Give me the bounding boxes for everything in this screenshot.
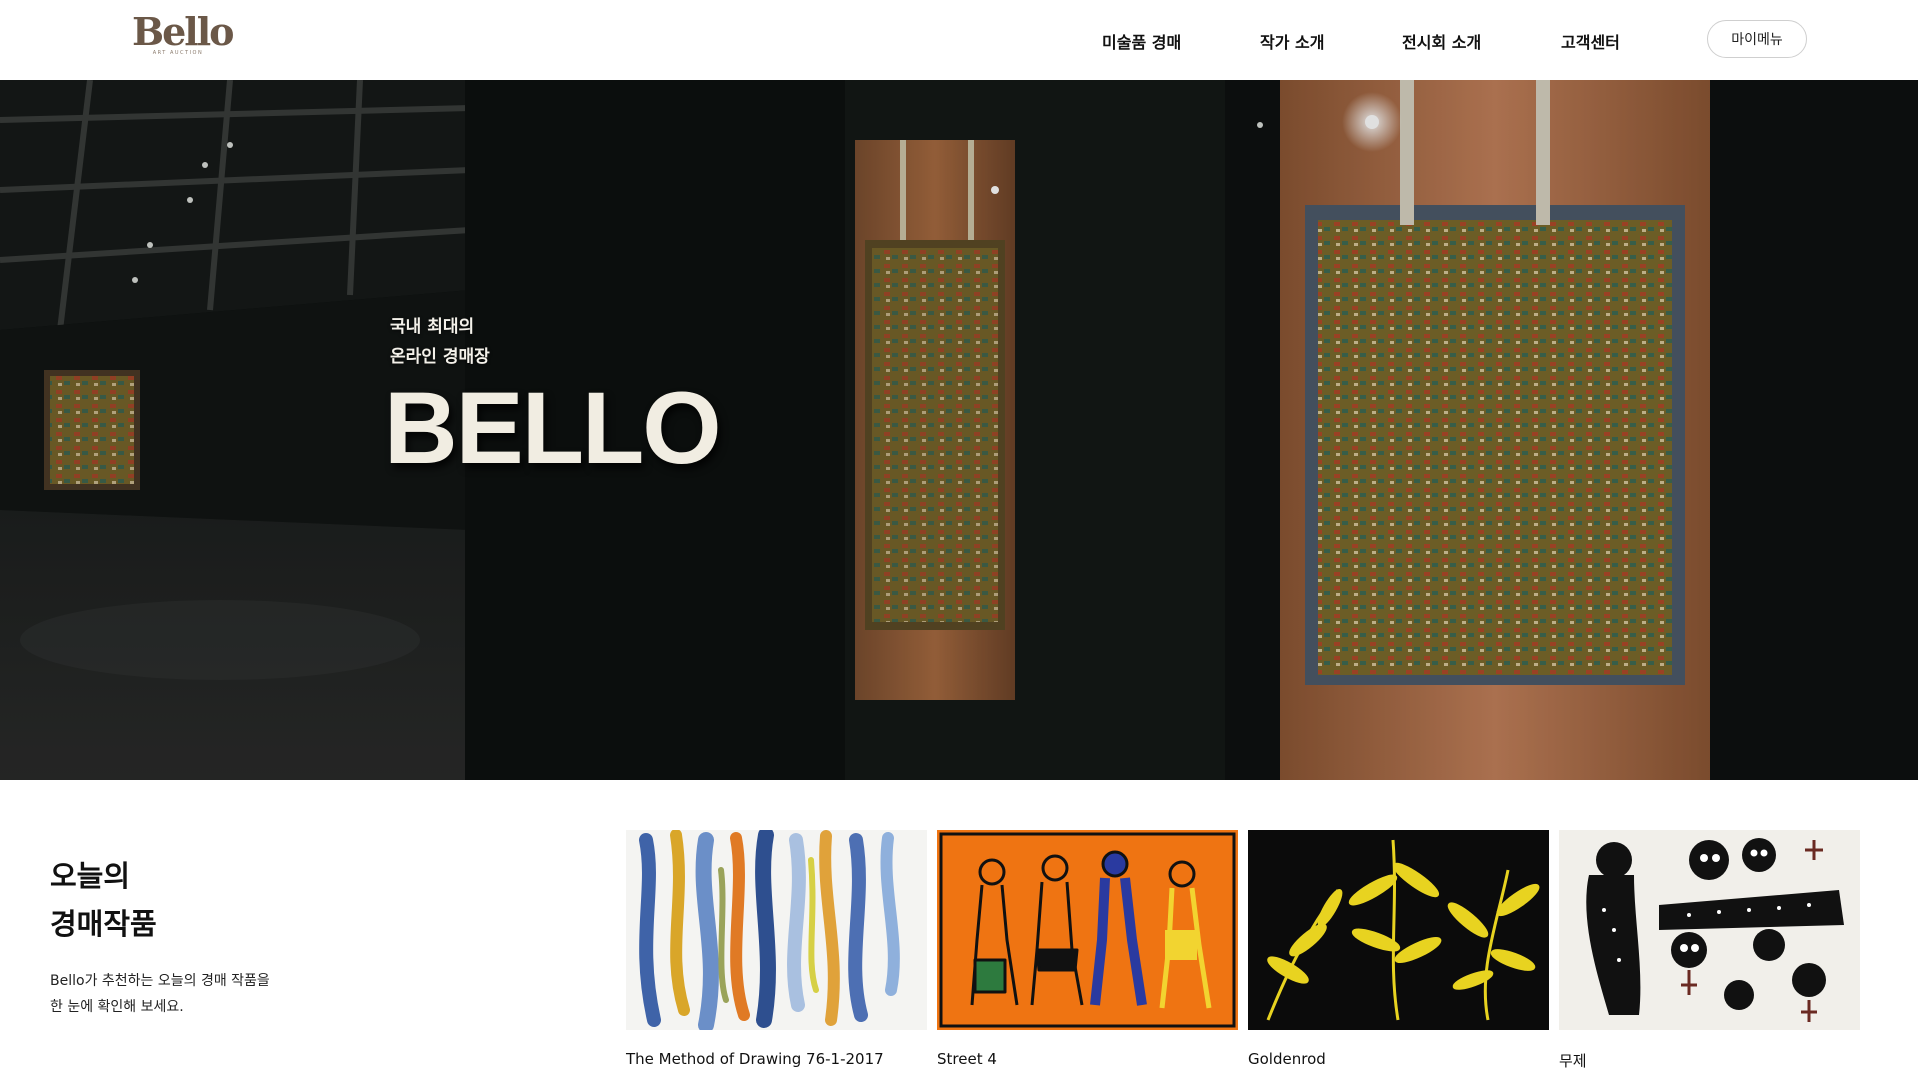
- artwork-image-method-of-drawing: [626, 830, 927, 1030]
- today-desc-line1: Bello가 추천하는 오늘의 경매 작품을: [50, 973, 270, 989]
- hero-subtitle-line1: 국내 최대의: [390, 317, 475, 337]
- gallery-photo: [0, 80, 1918, 780]
- nav-item-art-auction[interactable]: 미술품 경매: [1102, 29, 1181, 53]
- artwork-title: The Method of Drawing 76-1-2017: [626, 1050, 884, 1068]
- nav-item-exhibitions[interactable]: 전시회 소개: [1402, 29, 1481, 53]
- today-section-title: 오늘의 경매작품: [50, 852, 157, 948]
- artwork-title: 무제: [1559, 1052, 1587, 1070]
- artwork-card[interactable]: Street 4: [937, 830, 1238, 1068]
- today-title-line1: 오늘의: [50, 859, 131, 893]
- artwork-image-untitled: [1559, 830, 1860, 1030]
- site-header: Bello ART AUCTION 미술품 경매 작가 소개 전시회 소개 고객…: [0, 0, 1918, 80]
- today-section-description: Bello가 추천하는 오늘의 경매 작품을 한 눈에 확인해 보세요.: [50, 968, 270, 1020]
- main-nav: 미술품 경매 작가 소개 전시회 소개 고객센터: [0, 0, 1918, 80]
- today-title-line2: 경매작품: [50, 907, 157, 941]
- my-menu-button[interactable]: 마이메뉴: [1707, 20, 1807, 58]
- nav-item-artists[interactable]: 작가 소개: [1260, 29, 1324, 53]
- hero-subtitle: 국내 최대의 온라인 경매장: [390, 312, 490, 372]
- hero-title: BELLO: [384, 371, 722, 485]
- artwork-title: Goldenrod: [1248, 1050, 1326, 1068]
- artwork-image-street-4: [937, 830, 1238, 1030]
- artwork-card[interactable]: The Method of Drawing 76-1-2017: [626, 830, 927, 1068]
- hero-banner: 국내 최대의 온라인 경매장 BELLO: [0, 80, 1918, 780]
- nav-item-customer-center[interactable]: 고객센터: [1561, 29, 1620, 53]
- artwork-card[interactable]: 무제: [1559, 830, 1860, 1071]
- hero-subtitle-line2: 온라인 경매장: [390, 347, 490, 367]
- today-desc-line2: 한 눈에 확인해 보세요.: [50, 999, 184, 1015]
- artwork-image-goldenrod: [1248, 830, 1549, 1030]
- artwork-title: Street 4: [937, 1050, 997, 1068]
- artwork-card[interactable]: Goldenrod: [1248, 830, 1549, 1068]
